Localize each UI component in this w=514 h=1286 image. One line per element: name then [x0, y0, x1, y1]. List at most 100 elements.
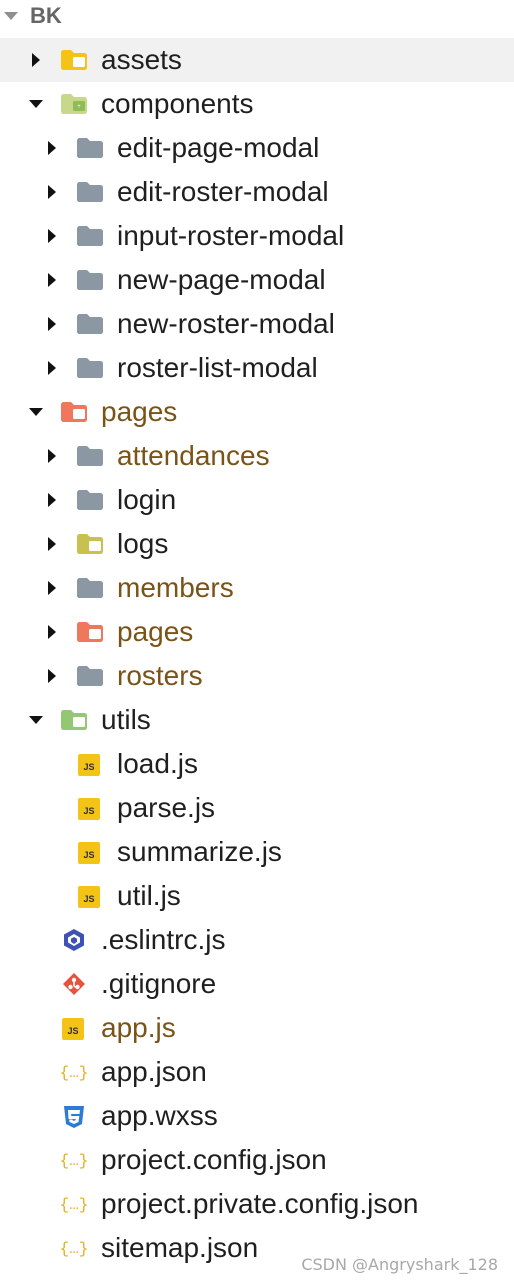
svg-text:<>: <> — [75, 412, 83, 418]
chevron-down-icon[interactable] — [4, 12, 18, 20]
workspace-root[interactable]: BK — [0, 0, 514, 36]
chevron-right-icon[interactable] — [42, 534, 62, 554]
svg-text:{…}: {…} — [60, 1196, 89, 1214]
tree-item[interactable]: edit-roster-modal — [0, 170, 514, 214]
tree-item[interactable]: roster-list-modal — [0, 346, 514, 390]
folder-icon — [74, 354, 106, 382]
tree-item-label: rosters — [117, 660, 203, 691]
workspace-root-label: BK — [30, 3, 62, 28]
tree-item[interactable]: attendances — [0, 434, 514, 478]
chevron-right-icon[interactable] — [42, 446, 62, 466]
file-explorer-tree: BK ≡ assets + components edit-page-modal… — [0, 0, 514, 1286]
tree-item-label: new-page-modal — [117, 264, 326, 295]
svg-text:<>: <> — [91, 632, 99, 638]
tree-item-label: roster-list-modal — [117, 352, 318, 383]
tree-item-label: util.js — [117, 880, 181, 911]
tree-item-label: app.wxss — [101, 1100, 218, 1131]
folder-pages-icon: <> — [74, 618, 106, 646]
folder-icon — [74, 442, 106, 470]
json-file-icon: {…} — [58, 1190, 90, 1218]
chevron-right-icon[interactable] — [42, 622, 62, 642]
tree-item-label: components — [101, 88, 254, 119]
svg-text:≡: ≡ — [93, 544, 97, 550]
js-file-icon: JS — [74, 750, 106, 778]
tree-item-label: login — [117, 484, 177, 515]
chevron-down-icon[interactable] — [26, 402, 46, 422]
tree-item-label: assets — [101, 44, 182, 75]
tree-item-label: logs — [117, 528, 169, 559]
tree-item-label: edit-roster-modal — [117, 176, 329, 207]
tree-item[interactable]: {…} app.json — [0, 1050, 514, 1094]
svg-text:{…}: {…} — [60, 1152, 89, 1170]
chevron-right-icon[interactable] — [42, 270, 62, 290]
tree-item[interactable]: JS parse.js — [0, 786, 514, 830]
chevron-down-icon[interactable] — [26, 710, 46, 730]
tree-item[interactable]: + utils — [0, 698, 514, 742]
chevron-down-icon[interactable] — [26, 94, 46, 114]
tree-item[interactable]: new-page-modal — [0, 258, 514, 302]
tree-item[interactable]: ≡ assets — [0, 38, 514, 82]
tree-item-label: input-roster-modal — [117, 220, 345, 251]
eslint-icon — [58, 926, 90, 954]
svg-text:{…}: {…} — [60, 1064, 89, 1082]
svg-text:+: + — [77, 104, 81, 110]
chevron-right-icon[interactable] — [42, 358, 62, 378]
folder-pages-icon: <> — [58, 398, 90, 426]
css-file-icon — [58, 1102, 90, 1130]
tree-item[interactable]: rosters — [0, 654, 514, 698]
tree-item[interactable]: .eslintrc.js — [0, 918, 514, 962]
folder-icon — [74, 574, 106, 602]
tree-item-label: load.js — [117, 748, 198, 779]
tree-item[interactable]: + components — [0, 82, 514, 126]
tree-item[interactable]: {…} project.private.config.json — [0, 1182, 514, 1226]
json-file-icon: {…} — [58, 1234, 90, 1262]
tree-item[interactable]: <> pages — [0, 610, 514, 654]
tree-item[interactable]: JS app.js — [0, 1006, 514, 1050]
tree-item[interactable]: JS summarize.js — [0, 830, 514, 874]
json-file-icon: {…} — [58, 1058, 90, 1086]
folder-icon — [74, 178, 106, 206]
tree-item[interactable]: edit-page-modal — [0, 126, 514, 170]
tree-item[interactable]: new-roster-modal — [0, 302, 514, 346]
tree-item-label: members — [117, 572, 234, 603]
tree-item[interactable]: input-roster-modal — [0, 214, 514, 258]
tree-item[interactable]: JS load.js — [0, 742, 514, 786]
tree-item-label: pages — [101, 396, 178, 427]
chevron-right-icon[interactable] — [42, 314, 62, 334]
folder-components-icon: + — [58, 90, 90, 118]
csdn-watermark: CSDN @Angryshark_128 — [301, 1255, 498, 1274]
git-icon — [58, 970, 90, 998]
tree-item[interactable]: JS util.js — [0, 874, 514, 918]
tree-item-label: new-roster-modal — [117, 308, 335, 339]
tree-item[interactable]: {…} project.config.json — [0, 1138, 514, 1182]
chevron-right-icon[interactable] — [42, 490, 62, 510]
tree-item[interactable]: members — [0, 566, 514, 610]
tree-item-label: utils — [101, 704, 151, 735]
svg-text:JS: JS — [83, 806, 94, 816]
tree-item-label: pages — [117, 616, 194, 647]
chevron-right-icon[interactable] — [42, 226, 62, 246]
tree-item-label: project.private.config.json — [101, 1188, 419, 1219]
folder-icon — [74, 134, 106, 162]
chevron-right-icon[interactable] — [42, 666, 62, 686]
chevron-right-icon[interactable] — [26, 50, 46, 70]
tree-item[interactable]: <> pages — [0, 390, 514, 434]
svg-text:+: + — [77, 720, 81, 726]
tree-item-label: app.json — [101, 1056, 207, 1087]
tree-item-label: summarize.js — [117, 836, 282, 867]
folder-icon — [74, 310, 106, 338]
tree-item[interactable]: .gitignore — [0, 962, 514, 1006]
folder-assets-icon: ≡ — [58, 46, 90, 74]
svg-text:{…}: {…} — [60, 1240, 89, 1258]
tree-item[interactable]: login — [0, 478, 514, 522]
chevron-right-icon[interactable] — [42, 182, 62, 202]
js-file-icon: JS — [74, 794, 106, 822]
tree-item-label: project.config.json — [101, 1144, 327, 1175]
tree-item[interactable]: ≡ logs — [0, 522, 514, 566]
chevron-right-icon[interactable] — [42, 138, 62, 158]
folder-icon — [74, 662, 106, 690]
tree-item[interactable]: app.wxss — [0, 1094, 514, 1138]
svg-text:≡: ≡ — [77, 60, 81, 66]
chevron-right-icon[interactable] — [42, 578, 62, 598]
js-file-icon: JS — [74, 882, 106, 910]
